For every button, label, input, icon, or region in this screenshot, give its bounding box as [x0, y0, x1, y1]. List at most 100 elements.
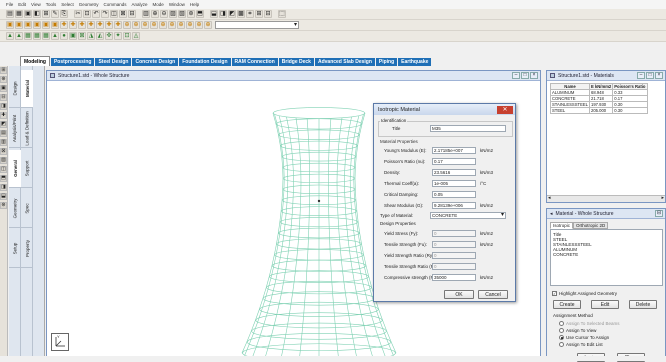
mesh-member[interactable] [337, 186, 345, 187]
mesh-member[interactable] [289, 128, 298, 129]
mesh-member[interactable] [281, 223, 285, 224]
mesh-member[interactable] [389, 342, 391, 344]
mesh-member[interactable] [339, 344, 358, 345]
toolbar-tool-icon[interactable]: ⊕ [151, 10, 159, 18]
toolbar-tool-icon[interactable]: ↷ [101, 10, 109, 18]
mesh-member[interactable] [378, 327, 385, 329]
mesh-member[interactable] [333, 293, 346, 294]
mesh-member[interactable] [354, 136, 358, 137]
menu-item-tools[interactable]: Tools [46, 2, 57, 7]
mesh-member[interactable] [282, 246, 289, 247]
toolbar-tool-icon[interactable]: ✎ [51, 10, 59, 18]
mesh-member[interactable] [249, 338, 256, 340]
mesh-member[interactable] [343, 271, 344, 282]
mesh-member[interactable] [331, 118, 342, 119]
mesh-member[interactable] [359, 110, 364, 111]
mesh-member[interactable] [273, 280, 276, 291]
mesh-member[interactable] [341, 128, 350, 129]
field-input[interactable]: 23.5616 [432, 169, 476, 176]
side-tool-icon[interactable]: ▤ [0, 130, 7, 137]
mesh-member[interactable] [300, 339, 301, 350]
mesh-member[interactable] [361, 314, 364, 325]
mesh-member[interactable] [334, 316, 348, 317]
side-tool-icon[interactable]: ⬓ [0, 193, 7, 200]
mesh-member[interactable] [293, 192, 301, 193]
mesh-member[interactable] [303, 316, 304, 327]
side-tool-icon[interactable]: ⬒ [0, 175, 7, 182]
mesh-member[interactable] [292, 207, 300, 208]
mesh-member[interactable] [280, 136, 284, 137]
mesh-member[interactable] [269, 277, 271, 279]
mesh-member[interactable] [275, 114, 280, 115]
mesh-member[interactable] [293, 186, 301, 187]
toolbar-tool-icon[interactable]: ▦ [33, 32, 41, 40]
mesh-member[interactable] [283, 338, 285, 349]
toolbar-tool-icon[interactable]: ▣ [15, 21, 23, 29]
mesh-member[interactable] [299, 139, 300, 150]
mesh-member[interactable] [353, 224, 354, 235]
mesh-member[interactable] [261, 306, 267, 308]
mesh-member[interactable] [358, 345, 374, 346]
side-tool-icon[interactable]: ◩ [0, 121, 7, 128]
toolbar-tool-icon[interactable]: ▦ [24, 32, 32, 40]
toolbar-tool-icon[interactable]: ◭ [96, 32, 104, 40]
mesh-member[interactable] [278, 222, 280, 233]
mesh-member[interactable] [386, 348, 394, 350]
mesh-member[interactable] [333, 281, 346, 282]
mesh-member[interactable] [362, 280, 365, 291]
mesh-member[interactable] [338, 215, 339, 226]
mesh-member[interactable] [371, 306, 377, 308]
table-row[interactable]: STEEL205.0000.30 [551, 108, 648, 114]
mesh-member[interactable] [297, 128, 307, 129]
mesh-member[interactable] [287, 248, 289, 259]
mesh-member[interactable] [292, 142, 300, 143]
mesh-member[interactable] [284, 270, 286, 281]
mesh-member[interactable] [346, 138, 347, 149]
mesh-member[interactable] [378, 335, 382, 346]
mesh-member[interactable] [274, 267, 279, 268]
mesh-member[interactable] [286, 117, 288, 128]
pin-button[interactable]: ⊟ [655, 210, 663, 217]
mesh-member[interactable] [345, 159, 351, 160]
toolbar-tool-icon[interactable]: ⊕ [186, 21, 194, 29]
collapse-icon[interactable]: ◂ [550, 211, 553, 217]
mesh-member[interactable] [274, 314, 277, 325]
mesh-member[interactable] [286, 202, 287, 213]
mesh-member[interactable] [292, 214, 300, 215]
toolbar-tool-icon[interactable]: ▣ [51, 21, 59, 29]
toolbar-tool-icon[interactable]: ◨ [219, 10, 227, 18]
mesh-member[interactable] [347, 304, 349, 315]
mesh-member[interactable] [345, 293, 347, 304]
mesh-member[interactable] [345, 203, 346, 214]
mesh-member[interactable] [268, 289, 273, 291]
mesh-member[interactable] [274, 326, 287, 327]
mesh-member[interactable] [374, 322, 380, 324]
mesh-member[interactable] [287, 159, 293, 160]
mesh-member[interactable] [290, 225, 291, 236]
mesh-member[interactable] [338, 350, 355, 351]
mesh-member[interactable] [283, 334, 300, 335]
mesh-member[interactable] [360, 269, 362, 280]
side-tool-icon[interactable]: ⊞ [0, 67, 7, 74]
mesh-member[interactable] [277, 303, 280, 314]
toolbar-tool-icon[interactable]: ⬓ [210, 10, 218, 18]
mesh-member[interactable] [289, 236, 290, 247]
mesh-member[interactable] [268, 335, 283, 336]
toolbar-tool-icon[interactable]: ▣ [33, 21, 41, 29]
mesh-member[interactable] [339, 131, 347, 132]
mesh-member[interactable] [349, 126, 356, 127]
mesh-member[interactable] [279, 116, 286, 117]
mesh-member[interactable] [286, 108, 296, 109]
mesh-member[interactable] [291, 218, 299, 219]
mesh-member[interactable] [282, 201, 283, 212]
mesh-member[interactable] [337, 171, 345, 172]
toolbar-tool-icon[interactable]: ⊠ [119, 10, 127, 18]
toolbar-tool-icon[interactable]: ▦ [15, 10, 23, 18]
mesh-member[interactable] [337, 196, 345, 197]
menu-item-edit[interactable]: Edit [18, 2, 26, 7]
mesh-member[interactable] [307, 249, 308, 260]
mesh-member[interactable] [286, 208, 292, 209]
mesh-member[interactable] [258, 322, 264, 324]
mesh-member[interactable] [289, 304, 291, 315]
mesh-member[interactable] [279, 116, 282, 127]
